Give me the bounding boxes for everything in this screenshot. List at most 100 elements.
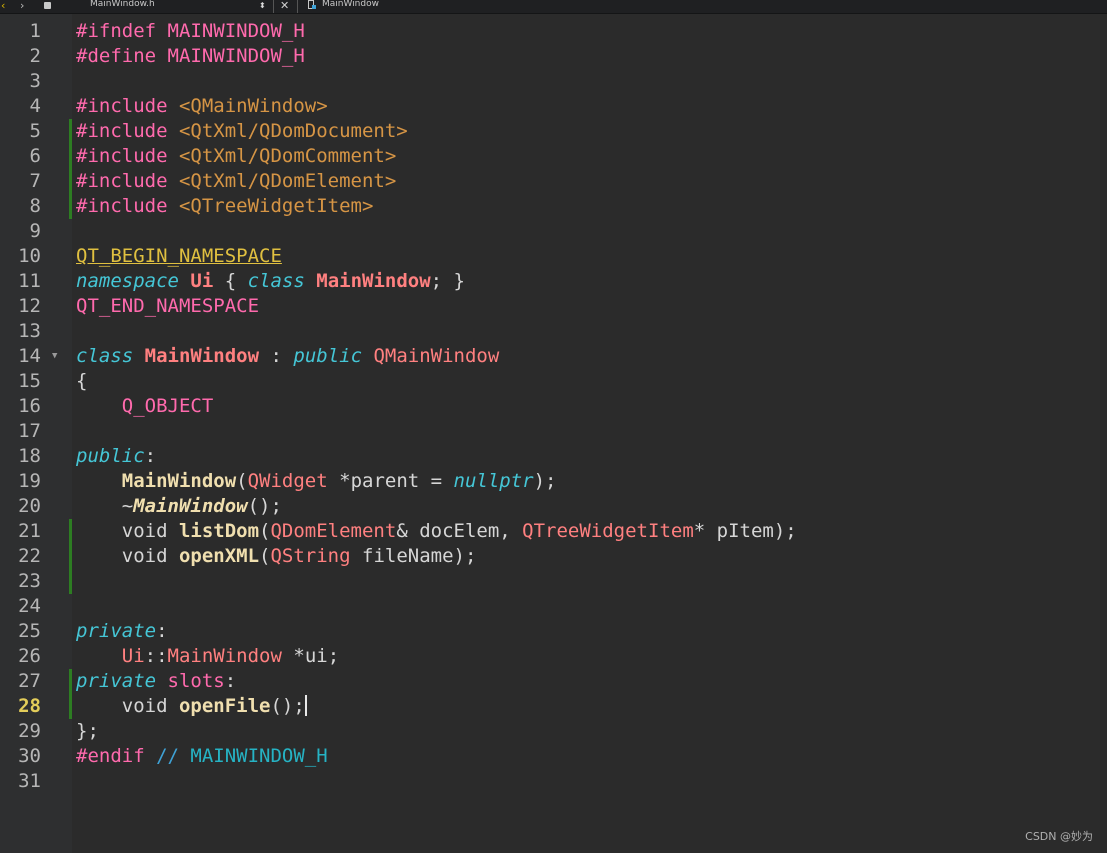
code-token: : (259, 345, 294, 367)
modified-line-marker (69, 144, 72, 169)
modified-line-marker (69, 694, 72, 719)
code-text: #include <QMainWindow> (76, 94, 328, 119)
code-token: namespace (76, 270, 179, 292)
line-number: 14 (18, 345, 41, 367)
code-line[interactable]: 28 void openFile(); (0, 694, 1107, 719)
code-line[interactable]: 22 void openXML(QString fileName); (0, 544, 1107, 569)
forward-arrow-icon[interactable]: › (20, 0, 24, 13)
code-token: openFile (178, 695, 271, 717)
code-token: QString (270, 545, 351, 567)
code-line[interactable]: 21 void listDom(QDomElement& docElem, QT… (0, 519, 1107, 544)
code-token: MainWindow (144, 345, 260, 367)
code-text: void listDom(QDomElement& docElem, QTree… (76, 519, 797, 544)
code-line[interactable]: 5 #include <QtXml/QDomDocument> (0, 119, 1107, 144)
line-number: 9 (29, 220, 41, 242)
line-number: 27 (18, 670, 41, 692)
code-text: class MainWindow : public QMainWindow (76, 344, 499, 369)
code-line[interactable]: 18 public: (0, 444, 1107, 469)
watermark: CSDN @妙为 (1025, 830, 1093, 843)
code-token: listDom (178, 520, 260, 542)
code-line[interactable]: 4 #include <QMainWindow> (0, 94, 1107, 119)
code-token: MainWindow (167, 645, 282, 667)
line-number: 23 (18, 570, 41, 592)
code-line[interactable]: 23 (0, 569, 1107, 594)
code-line[interactable]: 29}; (0, 719, 1107, 744)
line-number: 3 (29, 70, 41, 92)
back-arrow-icon[interactable]: ‹ (1, 0, 5, 13)
code-line[interactable]: 12 QT_END_NAMESPACE (0, 294, 1107, 319)
code-token: #include (76, 195, 179, 217)
code-line[interactable]: 26 Ui::MainWindow *ui; (0, 644, 1107, 669)
code-line[interactable]: 1 #ifndef MAINWINDOW_H (0, 19, 1107, 44)
line-number: 5 (29, 120, 41, 142)
code-token: Ui (190, 270, 214, 292)
code-token: ; } (430, 270, 465, 292)
code-line[interactable]: 31 (0, 769, 1107, 794)
code-line[interactable]: 16 Q_OBJECT (0, 394, 1107, 419)
code-line[interactable]: 14 ▼ class MainWindow : public QMainWindow (0, 344, 1107, 369)
code-line[interactable]: 11 namespace Ui { class MainWindow; } (0, 269, 1107, 294)
code-token: #define MAINWINDOW_H (76, 45, 305, 67)
line-number: 10 (18, 245, 41, 267)
code-line[interactable]: 20 ~MainWindow(); (0, 494, 1107, 519)
code-token: public (293, 345, 363, 367)
code-token: }; (76, 720, 99, 742)
code-line[interactable]: 19 MainWindow(QWidget *parent = nullptr)… (0, 469, 1107, 494)
code-token: *ui; (281, 645, 340, 667)
code-line[interactable]: 7 #include <QtXml/QDomElement> (0, 169, 1107, 194)
code-line[interactable]: 30 #endif // MAINWINDOW_H (0, 744, 1107, 769)
code-token: ); (533, 470, 557, 492)
code-token: ( (259, 545, 271, 567)
code-text: }; (76, 719, 99, 744)
line-number: 18 (18, 445, 41, 467)
code-line[interactable]: 25 private: (0, 619, 1107, 644)
code-text: ~MainWindow(); (76, 494, 282, 519)
code-line[interactable]: 17 (0, 419, 1107, 444)
code-text: Ui::MainWindow *ui; (76, 644, 339, 669)
line-number: 31 (18, 770, 41, 792)
code-token: openXML (178, 545, 260, 567)
modified-line-marker (69, 669, 72, 694)
code-line[interactable]: 13 (0, 319, 1107, 344)
code-line[interactable]: 15 { (0, 369, 1107, 394)
code-token: fileName); (350, 545, 477, 567)
code-line[interactable]: 8 #include <QTreeWidgetItem> (0, 194, 1107, 219)
code-text: { (76, 369, 87, 394)
code-line[interactable]: 24 (0, 594, 1107, 619)
line-number: 30 (18, 745, 41, 767)
code-token: private (76, 620, 157, 642)
close-document-icon[interactable]: ✕ (280, 0, 289, 13)
toolbar-divider (297, 0, 298, 13)
code-line[interactable]: 27 private slots: (0, 669, 1107, 694)
modified-line-marker (69, 169, 72, 194)
line-number: 28 (18, 695, 41, 717)
code-line[interactable]: 2 #define MAINWINDOW_H (0, 44, 1107, 69)
code-token: #endif (76, 745, 145, 767)
code-line[interactable]: 9 (0, 219, 1107, 244)
code-line[interactable]: 3 (0, 69, 1107, 94)
code-token: ( (236, 470, 248, 492)
code-text: QT_END_NAMESPACE (76, 294, 259, 319)
code-token: *parent = (327, 470, 454, 492)
code-text: QT_BEGIN_NAMESPACE (76, 244, 282, 269)
symbol-selector[interactable]: MainWindow (322, 0, 379, 12)
code-token: slots (167, 670, 225, 692)
file-dropdown-icon[interactable]: ⬍ (259, 0, 266, 13)
line-number: 25 (18, 620, 41, 642)
code-text: void openXML(QString fileName); (76, 544, 477, 569)
code-token: : (224, 670, 237, 692)
fold-marker-icon[interactable]: ▼ (52, 344, 57, 369)
code-token: <QMainWindow> (178, 95, 328, 117)
code-token: MainWindow (316, 270, 431, 292)
open-file-selector[interactable]: MainWindow.h (90, 0, 155, 12)
code-line[interactable]: 10 QT_BEGIN_NAMESPACE (0, 244, 1107, 269)
code-token: Ui (121, 645, 145, 667)
toolbar-divider (273, 0, 274, 13)
code-line[interactable]: 6 #include <QtXml/QDomComment> (0, 144, 1107, 169)
code-token: class (76, 345, 134, 367)
